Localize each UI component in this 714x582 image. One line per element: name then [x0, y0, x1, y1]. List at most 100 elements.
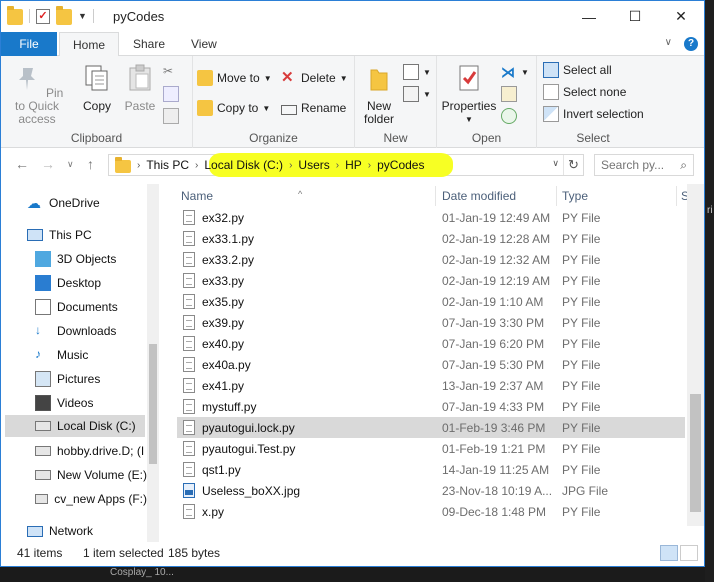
column-separator[interactable]: [676, 186, 677, 206]
folder-icon[interactable]: [7, 6, 23, 25]
properties-check-icon[interactable]: ✓: [36, 8, 50, 24]
tab-home[interactable]: Home: [59, 32, 119, 57]
column-header-type[interactable]: Type: [562, 189, 588, 203]
copy-path-button[interactable]: [163, 84, 179, 104]
paste-button[interactable]: Paste: [117, 62, 163, 113]
column-separator[interactable]: [556, 186, 557, 206]
documents-icon: [35, 299, 51, 315]
address-bar[interactable]: › This PC › Local Disk (C:) › Users › HP…: [108, 153, 584, 177]
nav-item-desktop[interactable]: Desktop: [35, 272, 101, 294]
file-row[interactable]: mystuff.py 07-Jan-19 4:33 PM PY File: [177, 396, 685, 417]
edit-button[interactable]: [501, 84, 517, 104]
back-arrow-icon[interactable]: ←: [15, 156, 29, 172]
crumb-this-pc[interactable]: This PC: [142, 158, 193, 172]
new-item-button[interactable]: ▼: [403, 62, 431, 82]
invert-selection-button[interactable]: Invert selection: [543, 104, 644, 124]
minimize-button[interactable]: —: [566, 1, 612, 32]
maximize-button[interactable]: ☐: [612, 1, 658, 32]
select-all-button[interactable]: Select all: [543, 60, 612, 80]
paste-shortcut-button[interactable]: [163, 106, 179, 126]
copy-button[interactable]: Copy: [73, 62, 121, 113]
file-row[interactable]: ex41.py 13-Jan-19 2:37 AM PY File: [177, 375, 685, 396]
chevron-right-icon[interactable]: ›: [135, 160, 142, 171]
file-row[interactable]: ex33.py 02-Jan-19 12:19 AM PY File: [177, 270, 685, 291]
crumb-pycodes[interactable]: pyCodes: [373, 158, 428, 172]
column-header-name[interactable]: Name: [181, 189, 213, 203]
search-box: ⌕: [594, 154, 694, 176]
file-row[interactable]: ex35.py 02-Jan-19 1:10 AM PY File: [177, 291, 685, 312]
tab-share[interactable]: Share: [123, 32, 175, 56]
forward-arrow-icon[interactable]: →: [41, 156, 55, 172]
close-button[interactable]: ✕: [658, 1, 704, 32]
file-row[interactable]: pyautogui.Test.py 01-Feb-19 1:21 PM PY Fil…: [177, 438, 685, 459]
crumb-users[interactable]: Users: [294, 158, 333, 172]
nav-item-network[interactable]: Network: [27, 520, 93, 542]
py-file-icon: [183, 210, 195, 225]
details-view-icon[interactable]: [660, 545, 678, 561]
nav-item-new-volume-e[interactable]: New Volume (E:): [35, 464, 147, 486]
address-history-dropdown-icon[interactable]: ∨: [552, 158, 559, 169]
nav-item-videos[interactable]: Videos: [35, 392, 93, 414]
nav-item-local-disk-c[interactable]: Local Disk (C:): [5, 415, 145, 437]
file-row[interactable]: qst1.py 14-Jan-19 11:25 AM PY File: [177, 459, 685, 480]
nav-item-documents[interactable]: Documents: [35, 296, 118, 318]
select-none-button[interactable]: Select none: [543, 82, 626, 102]
file-row[interactable]: ex32.py 01-Jan-19 12:49 AM PY File: [177, 207, 685, 228]
nav-scrollbar-thumb[interactable]: [149, 344, 157, 464]
move-to-button[interactable]: Move to ▼: [197, 68, 272, 88]
nav-item-this-pc[interactable]: This PC: [27, 224, 92, 246]
window-controls: — ☐ ✕: [566, 1, 704, 32]
file-row[interactable]: ex40.py 07-Jan-19 6:20 PM PY File: [177, 333, 685, 354]
new-folder-qat-icon[interactable]: [56, 6, 72, 25]
file-row[interactable]: x.py 09-Dec-18 1:48 PM PY File: [177, 501, 685, 522]
file-row[interactable]: Useless_boXX.jpg 23-Nov-18 10:19 A... JPG …: [177, 480, 685, 501]
file-row-selected[interactable]: pyautogui.lock.py 01-Feb-19 3:46 PM PY Fil…: [177, 417, 685, 438]
file-type: PY File: [562, 232, 601, 246]
large-icons-view-icon[interactable]: [680, 545, 698, 561]
delete-button[interactable]: ✕ Delete ▼: [281, 68, 348, 88]
nav-item-pictures[interactable]: Pictures: [35, 368, 100, 390]
chevron-right-icon[interactable]: ›: [287, 160, 294, 171]
crumb-hp[interactable]: HP: [341, 158, 366, 172]
column-header-date[interactable]: Date modified: [442, 189, 516, 203]
history-button[interactable]: [501, 106, 517, 126]
nav-item-3d-objects[interactable]: 3D Objects: [35, 248, 116, 270]
chevron-right-icon[interactable]: ›: [193, 160, 200, 171]
chevron-right-icon[interactable]: ›: [334, 160, 341, 171]
customize-qat-icon[interactable]: ▼: [78, 11, 87, 21]
search-input[interactable]: [595, 155, 671, 175]
nav-item-cv-new-apps-f[interactable]: cv_new Apps (F:): [35, 488, 147, 510]
nav-item-music[interactable]: ♪ Music: [35, 344, 88, 366]
nav-item-downloads[interactable]: ↓ Downloads: [35, 320, 116, 342]
nav-scrollbar[interactable]: [147, 184, 159, 542]
file-row[interactable]: ex33.2.py 02-Jan-19 12:32 AM PY File: [177, 249, 685, 270]
new-folder-button[interactable]: New folder: [359, 62, 399, 126]
column-separator[interactable]: [435, 186, 436, 206]
tab-view[interactable]: View: [181, 32, 227, 56]
expand-ribbon-icon[interactable]: ∨: [665, 37, 672, 51]
nav-item-hobby-drive[interactable]: hobby.drive.D; (I: [35, 440, 147, 462]
file-row[interactable]: ex33.1.py 02-Jan-19 12:28 AM PY File: [177, 228, 685, 249]
file-name: ex33.py: [202, 274, 245, 288]
open-with-button[interactable]: ⋊ ▼: [501, 62, 529, 82]
file-list-scrollbar[interactable]: [687, 184, 704, 526]
search-icon[interactable]: ⌕: [680, 158, 687, 173]
chevron-right-icon[interactable]: ›: [366, 160, 373, 171]
pin-to-quick-access-button[interactable]: Pin to Quick access: [7, 62, 67, 126]
copy-to-button[interactable]: Copy to ▼: [197, 98, 270, 118]
easy-access-button[interactable]: ▼: [403, 84, 431, 104]
refresh-icon[interactable]: ↻: [563, 155, 583, 175]
crumb-local-disk[interactable]: Local Disk (C:): [200, 158, 287, 172]
nav-item-onedrive[interactable]: ☁ OneDrive: [27, 192, 100, 214]
tab-file[interactable]: File: [1, 32, 57, 56]
up-arrow-icon[interactable]: ↑: [87, 156, 94, 172]
scissors-icon: ✂: [163, 64, 174, 78]
rename-button[interactable]: Rename: [281, 98, 346, 118]
properties-button[interactable]: Properties ▼: [439, 62, 499, 126]
cut-button[interactable]: ✂: [163, 62, 179, 82]
recent-locations-icon[interactable]: ∨: [67, 159, 74, 170]
file-list-scrollbar-thumb[interactable]: [690, 394, 701, 512]
file-row[interactable]: ex39.py 07-Jan-19 3:30 PM PY File: [177, 312, 685, 333]
help-icon[interactable]: ?: [684, 37, 698, 51]
file-row[interactable]: ex40a.py 07-Jan-19 5:30 PM PY File: [177, 354, 685, 375]
